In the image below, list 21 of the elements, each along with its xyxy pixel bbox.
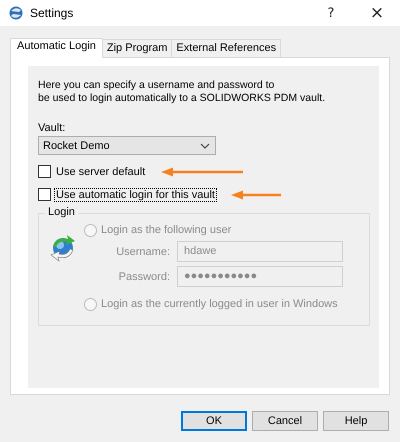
vault-dropdown[interactable]: Rocket Demo <box>38 136 216 155</box>
close-button[interactable]: × <box>354 0 400 26</box>
tab[interactable]: External References <box>171 39 282 57</box>
group-title: Login <box>45 206 78 218</box>
chevron-icon <box>200 142 210 148</box>
dialog-button[interactable]: Help <box>323 411 389 431</box>
checkbox-label[interactable]: Use server default <box>54 164 148 178</box>
field-label: Username: <box>115 246 171 258</box>
window-title: Settings <box>30 6 74 20</box>
description-text: Here you can specify a username and password to be used to login automatically to a SOLIDWORKS PDM vault. <box>38 79 326 105</box>
vault-label: Vault: <box>38 122 66 134</box>
dialog-button[interactable]: OK <box>181 411 247 431</box>
dialog-button[interactable]: Cancel <box>252 411 318 431</box>
checkbox[interactable] <box>38 165 51 178</box>
field-label: Password: <box>118 270 171 282</box>
tab[interactable]: Automatic Login <box>10 38 103 58</box>
checkbox[interactable] <box>38 188 51 201</box>
help-button[interactable]: ? <box>308 0 354 26</box>
sync-globe-icon <box>49 234 77 262</box>
app-icon <box>8 5 24 21</box>
checkbox-label[interactable]: Use automatic login for this vault <box>54 188 217 202</box>
